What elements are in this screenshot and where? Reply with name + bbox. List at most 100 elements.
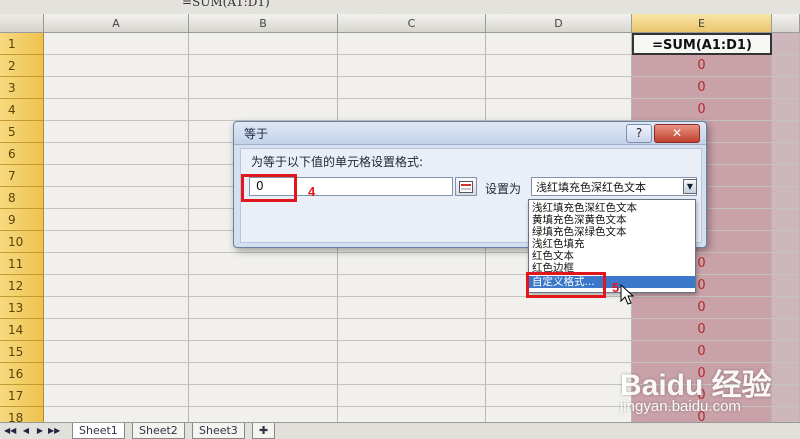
cell[interactable] xyxy=(486,99,632,121)
cell[interactable] xyxy=(338,385,486,407)
cell[interactable] xyxy=(338,77,486,99)
format-option[interactable]: 绿填充色深绿色文本 xyxy=(529,226,695,238)
row-header[interactable]: 17 xyxy=(0,385,44,407)
row-header[interactable]: 9 xyxy=(0,209,44,231)
cell-e[interactable]: 0 xyxy=(632,55,772,77)
row-header[interactable]: 1 xyxy=(0,33,44,55)
row-header[interactable]: 3 xyxy=(0,77,44,99)
row-header[interactable]: 11 xyxy=(0,253,44,275)
cell[interactable] xyxy=(772,165,800,187)
cell[interactable] xyxy=(44,363,189,385)
cell[interactable] xyxy=(44,209,189,231)
row-header[interactable]: 7 xyxy=(0,165,44,187)
cell[interactable] xyxy=(44,297,189,319)
prev-sheet-icon[interactable]: ◀ xyxy=(20,424,32,437)
cell[interactable] xyxy=(338,99,486,121)
cell[interactable] xyxy=(486,77,632,99)
cell[interactable] xyxy=(44,385,189,407)
row-header[interactable]: 4 xyxy=(0,99,44,121)
column-header-d[interactable]: D xyxy=(486,14,632,33)
cell[interactable] xyxy=(189,33,338,55)
cell[interactable] xyxy=(189,385,338,407)
cell[interactable] xyxy=(189,253,338,275)
column-header-f[interactable] xyxy=(772,14,800,33)
cell[interactable] xyxy=(338,253,486,275)
cell[interactable] xyxy=(44,99,189,121)
cell[interactable] xyxy=(772,187,800,209)
format-option[interactable]: 黄填充色深黄色文本 xyxy=(529,214,695,226)
cell[interactable] xyxy=(338,33,486,55)
cell[interactable] xyxy=(486,385,632,407)
next-sheet-icon[interactable]: ▶ xyxy=(34,424,46,437)
cell[interactable] xyxy=(189,77,338,99)
row-header[interactable]: 15 xyxy=(0,341,44,363)
cell[interactable] xyxy=(44,77,189,99)
cell[interactable] xyxy=(189,363,338,385)
range-select-button[interactable] xyxy=(455,177,477,196)
cell[interactable] xyxy=(486,319,632,341)
cell-e[interactable]: 0 xyxy=(632,77,772,99)
cell[interactable] xyxy=(44,187,189,209)
column-header-a[interactable]: A xyxy=(44,14,189,33)
format-option[interactable]: 浅红填充色深红色文本 xyxy=(529,202,695,214)
tab-sheet2[interactable]: Sheet2 xyxy=(132,423,185,439)
formula-bar[interactable]: =SUM(A1:D1) xyxy=(0,0,800,15)
cell-e[interactable]: 0 xyxy=(632,297,772,319)
cell[interactable] xyxy=(772,319,800,341)
cell[interactable] xyxy=(189,297,338,319)
row-header[interactable]: 14 xyxy=(0,319,44,341)
format-option[interactable]: 浅红色填充 xyxy=(529,238,695,250)
row-header[interactable]: 2 xyxy=(0,55,44,77)
cell[interactable] xyxy=(772,231,800,253)
insert-sheet-icon[interactable]: ✚ xyxy=(252,423,276,439)
column-header-b[interactable]: B xyxy=(189,14,338,33)
row-header[interactable]: 6 xyxy=(0,143,44,165)
cell[interactable] xyxy=(44,143,189,165)
cell-e[interactable]: 0 xyxy=(632,319,772,341)
cell[interactable] xyxy=(44,33,189,55)
cell[interactable] xyxy=(189,99,338,121)
help-button[interactable]: ? xyxy=(626,124,652,143)
first-sheet-icon[interactable]: ◀◀ xyxy=(4,424,16,437)
cell[interactable] xyxy=(772,99,800,121)
cell[interactable] xyxy=(772,33,800,55)
cell[interactable] xyxy=(338,319,486,341)
cell[interactable] xyxy=(189,55,338,77)
row-header[interactable]: 10 xyxy=(0,231,44,253)
row-header[interactable]: 8 xyxy=(0,187,44,209)
cell[interactable] xyxy=(44,231,189,253)
cell[interactable] xyxy=(772,297,800,319)
cell[interactable] xyxy=(189,275,338,297)
cell[interactable] xyxy=(338,363,486,385)
cell[interactable] xyxy=(772,253,800,275)
cell[interactable] xyxy=(772,121,800,143)
cell[interactable] xyxy=(189,319,338,341)
cell[interactable] xyxy=(772,55,800,77)
cell[interactable] xyxy=(772,143,800,165)
row-header[interactable]: 12 xyxy=(0,275,44,297)
close-button[interactable]: ✕ xyxy=(654,124,700,143)
cell[interactable] xyxy=(486,33,632,55)
cell[interactable] xyxy=(189,341,338,363)
cell[interactable] xyxy=(338,275,486,297)
cell[interactable] xyxy=(338,297,486,319)
row-header[interactable]: 5 xyxy=(0,121,44,143)
format-option[interactable]: 红色文本 xyxy=(529,250,695,262)
cell[interactable] xyxy=(772,77,800,99)
cell[interactable] xyxy=(44,275,189,297)
cell[interactable] xyxy=(44,165,189,187)
select-all-corner[interactable] xyxy=(0,14,44,33)
column-header-c[interactable]: C xyxy=(338,14,486,33)
row-header[interactable]: 13 xyxy=(0,297,44,319)
cell[interactable] xyxy=(486,55,632,77)
cell[interactable] xyxy=(44,341,189,363)
dialog-titlebar[interactable]: 等于 ? ✕ xyxy=(234,122,706,145)
row-header[interactable]: 16 xyxy=(0,363,44,385)
column-header-e[interactable]: E xyxy=(632,14,772,33)
tab-sheet3[interactable]: Sheet3 xyxy=(192,423,245,439)
cell[interactable] xyxy=(44,121,189,143)
cell[interactable] xyxy=(486,341,632,363)
cell[interactable] xyxy=(486,297,632,319)
cell[interactable] xyxy=(338,341,486,363)
cell[interactable] xyxy=(772,209,800,231)
